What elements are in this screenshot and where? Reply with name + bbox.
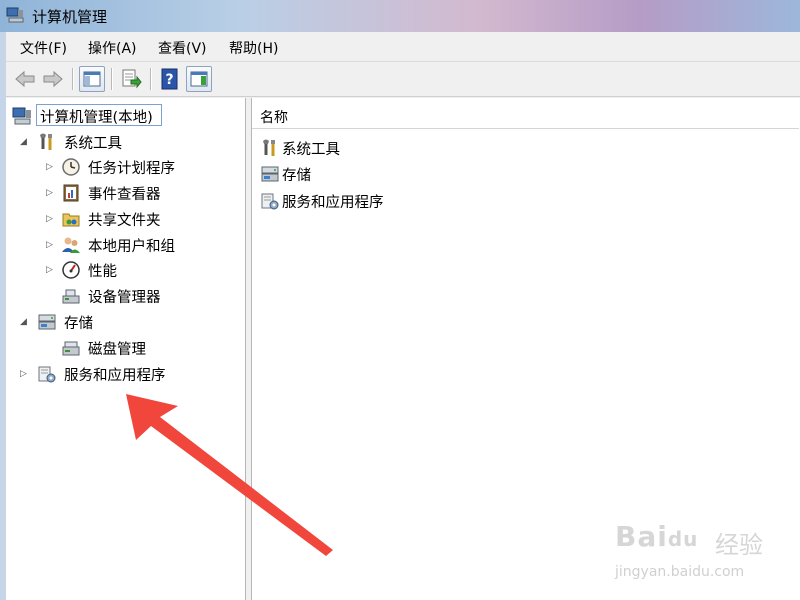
watermark-brand: Baidu xyxy=(615,520,699,553)
annotation-arrow xyxy=(126,394,333,556)
watermark-cn: 经验 xyxy=(715,531,763,559)
baidu-jingyan-watermark: Baidu 经验 jingyan.baidu.com xyxy=(615,520,785,590)
watermark-url: jingyan.baidu.com xyxy=(615,564,745,580)
